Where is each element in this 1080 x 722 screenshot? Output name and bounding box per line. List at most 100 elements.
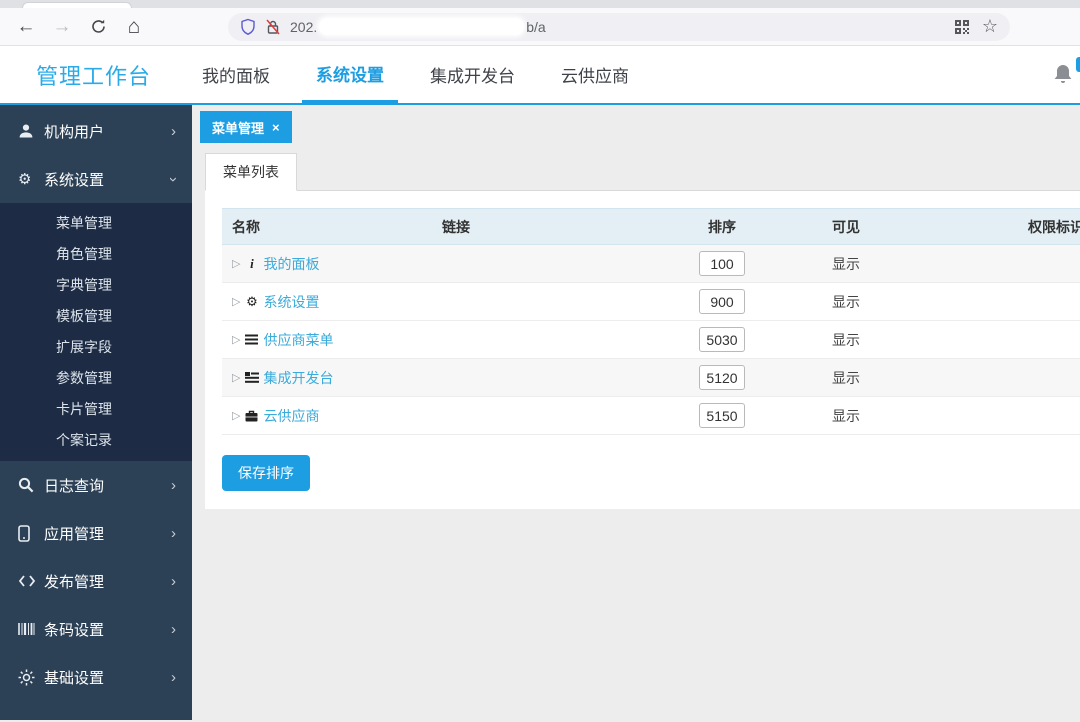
gear-icon: ⚙ — [246, 293, 258, 309]
mobile-icon — [18, 524, 44, 542]
search-icon — [18, 477, 44, 493]
permission-cell — [1002, 396, 1080, 435]
chevron-down-icon: › — [165, 176, 182, 182]
sidebar-item-template-mgmt[interactable]: 模板管理 — [0, 301, 192, 332]
panel-tabs-row: 菜单列表 — [205, 153, 1080, 191]
sort-input[interactable] — [699, 327, 745, 352]
sidebar-item-log-query[interactable]: 日志查询 › — [0, 461, 192, 509]
qr-code-icon[interactable] — [954, 19, 970, 35]
link-cell — [432, 244, 662, 283]
table-row: ▷ 云供应商 5150 显示 — [222, 396, 1080, 435]
menu-link-cloud-supplier[interactable]: 云供应商 — [263, 406, 319, 426]
sidebar-item-publish-mgmt[interactable]: 发布管理 › — [0, 557, 192, 605]
reload-icon[interactable] — [84, 13, 112, 41]
permission-cell — [1002, 244, 1080, 283]
menu-link-supplier-menu[interactable]: 供应商菜单 — [263, 330, 333, 350]
sidebar-item-org-users[interactable]: 机构用户 › — [0, 107, 192, 155]
sort-input[interactable] — [699, 289, 745, 314]
browser-tab[interactable] — [22, 2, 132, 8]
app-navbar: 管理工作台 我的面板 系统设置 集成开发台 云供应商 0 — [0, 46, 1080, 105]
back-icon[interactable]: ← — [12, 13, 40, 41]
tab-menu-list[interactable]: 菜单列表 — [205, 153, 297, 191]
visible-cell: 显示 — [782, 396, 1002, 435]
expand-triangle-icon[interactable]: ▷ — [232, 333, 240, 346]
list-icon — [244, 334, 259, 345]
sidebar-item-card-mgmt[interactable]: 卡片管理 — [0, 394, 192, 425]
notification-bell-icon[interactable]: 0 — [1052, 56, 1080, 88]
col-header-sort: 排序 — [662, 208, 782, 245]
sidebar-item-barcode-settings[interactable]: 条码设置 › — [0, 605, 192, 653]
menu-link-integrated-dev[interactable]: 集成开发台 — [263, 368, 333, 388]
sidebar-item-basic-settings[interactable]: 基础设置 › — [0, 653, 192, 701]
sort-input[interactable] — [699, 251, 745, 276]
table-header-row: 名称 链接 排序 可见 权限标识 — [222, 208, 1080, 245]
chevron-right-icon: › — [171, 122, 176, 140]
top-nav-tabs: 我的面板 系统设置 集成开发台 云供应商 — [188, 46, 661, 103]
content-area: 菜单管理 × 菜单列表 名称 链接 排序 可见 权限标识 ▷ i 我的面板 10… — [192, 105, 1080, 720]
sidebar-item-system-settings[interactable]: ⚙ 系统设置 › — [0, 155, 192, 203]
menu-link-system-settings[interactable]: 系统设置 — [263, 292, 319, 312]
gear-icon: ⚙ — [18, 171, 32, 188]
save-sort-button[interactable]: 保存排序 — [222, 455, 310, 491]
sidebar-item-case-records[interactable]: 个案记录 — [0, 425, 192, 456]
bookmark-star-icon[interactable]: ☆ — [982, 16, 998, 37]
chevron-right-icon: › — [171, 524, 176, 542]
browser-toolbar: ← → ⌂ 202. b/a ☆ — [0, 8, 1080, 46]
col-header-name: 名称 — [222, 208, 432, 245]
permission-cell — [1002, 358, 1080, 397]
expand-triangle-icon[interactable]: ▷ — [232, 295, 240, 308]
top-tab-system-settings[interactable]: 系统设置 — [302, 46, 398, 103]
home-icon[interactable]: ⌂ — [120, 13, 148, 41]
app-logo[interactable]: 管理工作台 — [36, 59, 188, 91]
top-tab-cloud-supplier[interactable]: 云供应商 — [547, 46, 643, 103]
url-bar[interactable]: 202. b/a ☆ — [228, 12, 1010, 41]
table-row: ▷ ⚙ 系统设置 显示 — [222, 282, 1080, 321]
top-tab-my-panel[interactable]: 我的面板 — [188, 46, 284, 103]
visible-cell: 显示 — [782, 358, 1002, 397]
forward-icon[interactable]: → — [48, 13, 76, 41]
col-header-permission: 权限标识 — [1002, 208, 1080, 245]
sidebar-item-menu-mgmt[interactable]: 菜单管理 — [0, 208, 192, 239]
table-row: ▷ 供应商菜单 5030 显示 — [222, 320, 1080, 359]
chevron-right-icon: › — [171, 572, 176, 590]
permission-cell — [1002, 282, 1080, 321]
user-icon — [18, 123, 44, 139]
top-tab-integrated-dev[interactable]: 集成开发台 — [416, 46, 529, 103]
sidebar: 机构用户 › ⚙ 系统设置 › 菜单管理 角色管理 字典管理 模板管理 扩展字段… — [0, 105, 192, 720]
sort-input[interactable] — [699, 403, 745, 428]
visible-cell: 显示 — [782, 320, 1002, 359]
menu-list-panel: 名称 链接 排序 可见 权限标识 ▷ i 我的面板 100 显示 ▷ ⚙ 系统设… — [205, 191, 1080, 509]
expand-triangle-icon[interactable]: ▷ — [232, 371, 240, 384]
insecure-lock-icon[interactable] — [265, 18, 281, 36]
code-tags-icon — [18, 574, 44, 588]
visible-cell: 显示 — [782, 282, 1002, 321]
chevron-right-icon: › — [171, 620, 176, 638]
sidebar-item-extended-fields[interactable]: 扩展字段 — [0, 332, 192, 363]
url-text[interactable]: 202. b/a — [290, 18, 546, 35]
notification-badge: 0 — [1075, 56, 1080, 72]
link-cell — [432, 358, 662, 397]
sidebar-item-dict-mgmt[interactable]: 字典管理 — [0, 270, 192, 301]
shield-icon[interactable] — [240, 18, 256, 36]
redacted-url-blur — [319, 18, 525, 35]
sort-input[interactable] — [699, 365, 745, 390]
link-cell — [432, 396, 662, 435]
sidebar-item-role-mgmt[interactable]: 角色管理 — [0, 239, 192, 270]
menu-table: 名称 链接 排序 可见 权限标识 ▷ i 我的面板 100 显示 ▷ ⚙ 系统设… — [222, 208, 1080, 435]
col-header-link: 链接 — [432, 208, 662, 245]
table-row: ▷ i 我的面板 显示 — [222, 244, 1080, 283]
list-indent-icon — [244, 372, 259, 383]
sidebar-item-app-mgmt[interactable]: 应用管理 › — [0, 509, 192, 557]
sidebar-item-param-mgmt[interactable]: 参数管理 — [0, 363, 192, 394]
visible-cell: 显示 — [782, 244, 1002, 283]
expand-triangle-icon[interactable]: ▷ — [232, 409, 240, 422]
content-tab-menu-mgmt[interactable]: 菜单管理 × — [200, 111, 292, 143]
expand-triangle-icon[interactable]: ▷ — [232, 257, 240, 270]
close-icon[interactable]: × — [272, 120, 280, 135]
briefcase-icon — [244, 410, 259, 422]
chevron-right-icon: › — [171, 476, 176, 494]
chevron-right-icon: › — [171, 668, 176, 686]
info-icon: i — [250, 255, 254, 271]
menu-link-my-panel[interactable]: 我的面板 — [263, 254, 319, 274]
cog-outline-icon — [18, 669, 44, 686]
